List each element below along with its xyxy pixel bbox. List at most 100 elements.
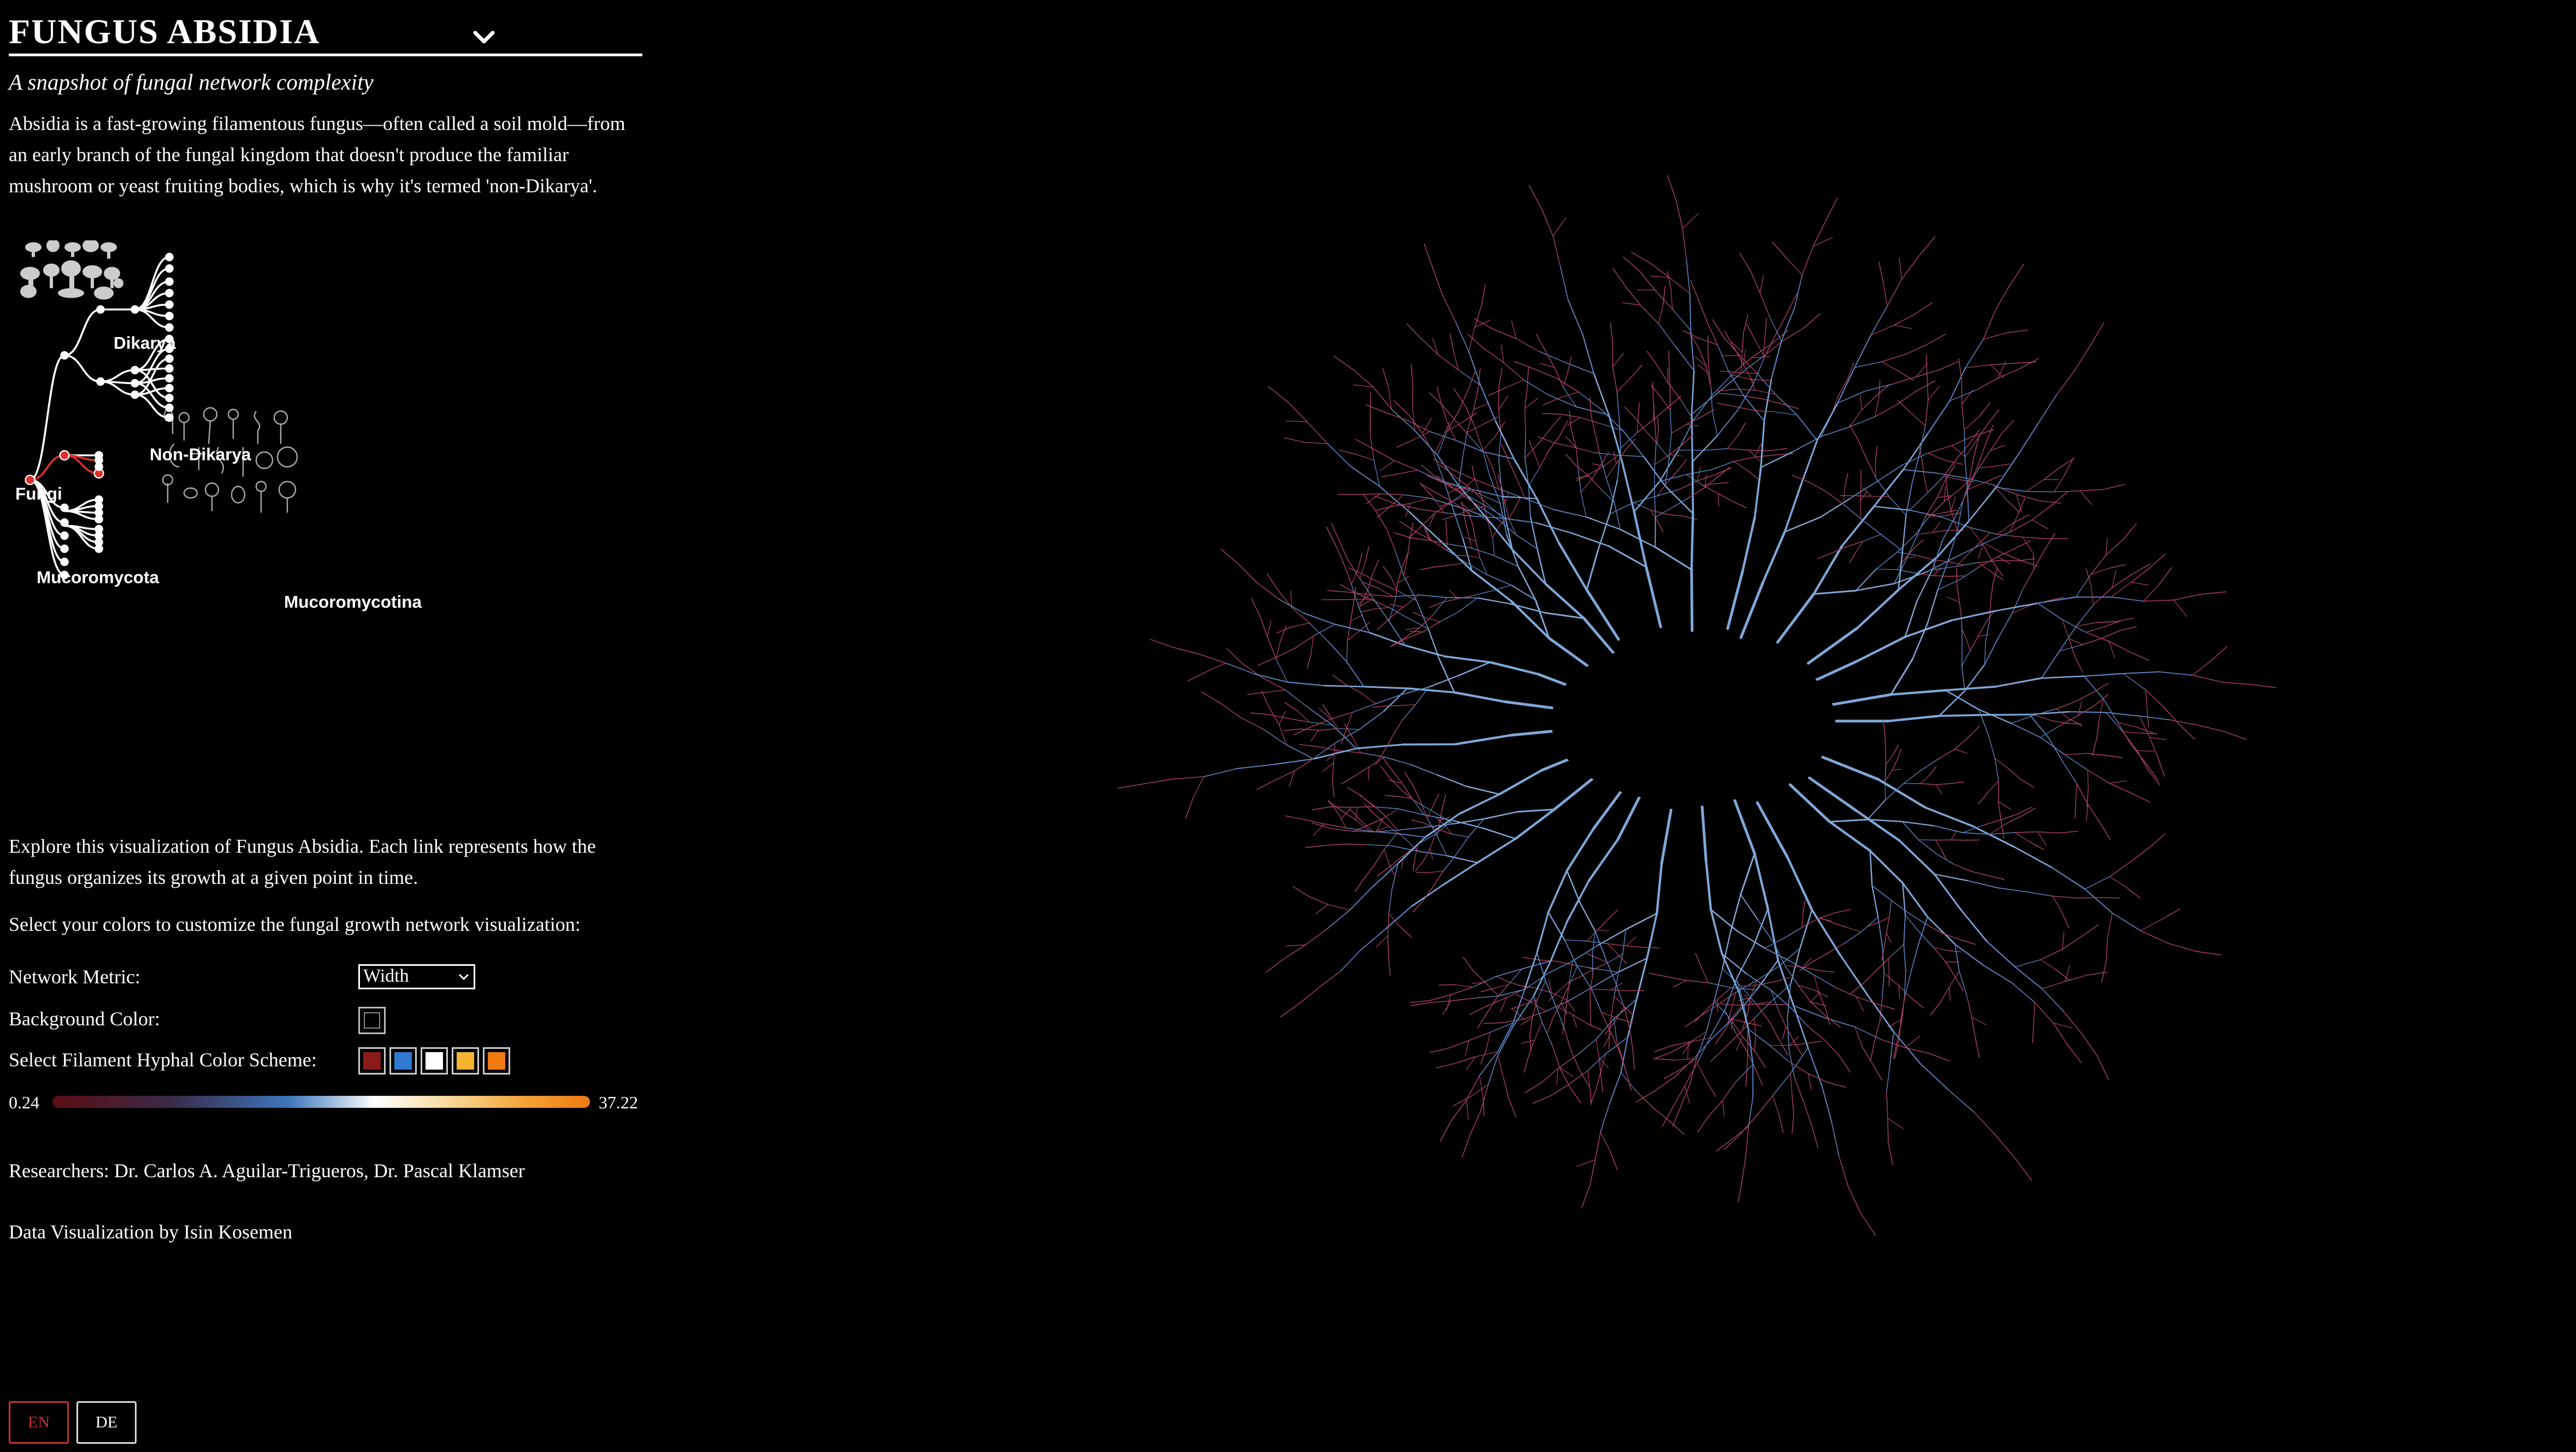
hyphal-link [1360, 752, 1385, 758]
hyphal-link [1928, 386, 1940, 401]
hyphal-link [1406, 687, 1456, 694]
background-color-picker[interactable] [358, 1007, 386, 1034]
hyphal-link [1582, 334, 1595, 374]
color-swatch[interactable] [421, 1047, 448, 1075]
hyphal-link [1971, 825, 2016, 848]
hyphal-link [1626, 936, 1636, 947]
hyphal-link [2037, 831, 2047, 846]
hyphal-link [1310, 635, 1314, 654]
language-en-button[interactable]: EN [9, 1401, 69, 1444]
hyphal-link [1446, 410, 1460, 432]
hyphal-link [1375, 694, 1402, 705]
hyphal-link [1636, 416, 1639, 433]
hyphal-link [1897, 400, 1911, 414]
hyphal-link [1433, 793, 1440, 806]
hyphal-link [1878, 380, 1881, 398]
hyphal-link [1389, 889, 1392, 914]
hyphal-link [1910, 997, 1924, 1008]
hyphal-link [1875, 551, 1898, 570]
hyphal-link [1493, 329, 1517, 339]
hyphal-link [1956, 542, 1985, 557]
hyphal-link [1541, 1022, 1553, 1046]
hyphal-link [1384, 833, 1397, 850]
hyphal-link [2039, 500, 2061, 504]
hyphal-link [1481, 284, 1486, 306]
hyphal-link [1698, 299, 1708, 322]
hyphal-link [1792, 436, 1822, 452]
hyphal-link [2096, 719, 2100, 739]
network-metric-value: Width [363, 966, 409, 986]
hyphal-link [1935, 840, 1942, 851]
color-swatch[interactable] [452, 1047, 479, 1075]
hyphal-link [1360, 692, 1376, 705]
hyphal-link [1291, 622, 1310, 628]
hyphal-link [2033, 1002, 2035, 1024]
chevron-down-icon[interactable] [468, 22, 500, 55]
hyphal-link [1580, 417, 1602, 424]
hyphal-link [1938, 713, 1988, 717]
hyphal-link [1482, 827, 1516, 840]
hyphal-link [1881, 361, 1899, 371]
dataviz-credit: Data Visualization by Isin Kosemen [9, 1221, 293, 1243]
hyphal-link [1866, 994, 1895, 1032]
hyphal-link [1509, 603, 1546, 614]
hyphal-link [1251, 598, 1261, 617]
hyphal-link [1667, 271, 1671, 290]
hyphal-link [1835, 987, 1857, 997]
hyphal-link [1829, 818, 1869, 823]
hyphal-link [1919, 931, 1934, 948]
hyphal-link [1337, 728, 1360, 730]
hyphal-link [1483, 1022, 1504, 1024]
hyphal-link [1961, 665, 1965, 692]
hyphal-link [1471, 547, 1495, 556]
tree-node [131, 305, 139, 314]
hyphal-link [2076, 604, 2094, 627]
hyphal-link [1964, 416, 1980, 430]
hyphal-link [1643, 947, 1660, 948]
hyphal-link [2083, 672, 2124, 677]
network-metric-select[interactable]: Width [358, 964, 475, 989]
hyphal-link [1792, 1094, 1794, 1115]
hyphal-link [1723, 1034, 1739, 1049]
hyphal-link [1337, 599, 1356, 600]
hyphal-link [1384, 757, 1411, 765]
hyphal-link [1916, 380, 1936, 392]
hyphal-link [1736, 945, 1754, 979]
hyphal-link [2123, 671, 2160, 674]
color-swatch[interactable] [483, 1047, 510, 1075]
hyphal-link [1692, 435, 1718, 463]
hyphal-link [1911, 452, 1921, 483]
hyphal-link [2033, 552, 2035, 570]
hyphal-link [1903, 769, 1922, 784]
hyphal-link [1651, 275, 1670, 278]
hyphal-link [2022, 536, 2033, 553]
hyphal-link [1772, 1095, 1780, 1115]
fungal-network-visualization[interactable] [852, 0, 2576, 1452]
hyphal-link [1442, 794, 1446, 807]
hyphal-link [1856, 635, 1906, 663]
color-swatch[interactable] [358, 1047, 386, 1075]
hyphal-link [2210, 646, 2228, 662]
hyphal-link [1410, 884, 1444, 907]
color-swatch[interactable] [389, 1047, 417, 1075]
hyphal-link [1322, 762, 1334, 772]
hyphal-link [1614, 996, 1625, 1007]
hyphal-link [1854, 334, 1871, 368]
hyphal-link [1903, 433, 1929, 471]
language-de-button[interactable]: DE [76, 1401, 137, 1444]
hyphal-link [1995, 677, 2042, 688]
hyphal-link [1612, 367, 1618, 392]
hyphal-link [1632, 1049, 1635, 1070]
tree-link [100, 369, 135, 383]
hyphal-link [1529, 1035, 1531, 1052]
hyphal-link [1408, 526, 1422, 539]
hyphal-link [1678, 480, 1698, 490]
hyphal-link [2041, 981, 2066, 989]
hyphal-link [1567, 417, 1581, 426]
hyphal-link [1893, 324, 1912, 329]
hyphal-link [1694, 1010, 1706, 1022]
hyphal-link [2066, 1044, 2082, 1064]
hyphal-link [1198, 653, 1226, 664]
hyphal-link [1569, 1086, 1581, 1103]
hyphal-link [1858, 440, 1867, 459]
